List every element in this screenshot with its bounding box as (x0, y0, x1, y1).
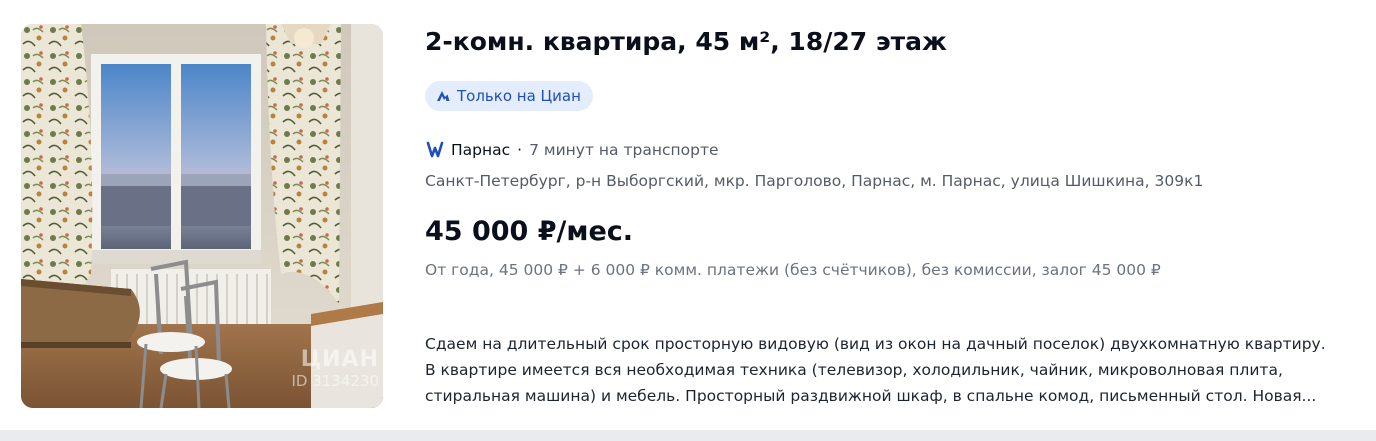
card-separator (0, 430, 1376, 441)
cian-logo-icon (437, 91, 450, 101)
photo-watermark: ЦИАН (300, 347, 379, 372)
description-line: стиральная машина) и мебель. Просторный … (425, 387, 1317, 405)
metro-separator: · (517, 141, 523, 159)
listing-card[interactable]: ЦИАН ID 3134230 2-комн. квартира, 45 м²,… (0, 0, 1376, 430)
listing-price: 45 000 ₽/мес. (425, 216, 634, 247)
only-on-cian-badge: Только на Циан (425, 81, 593, 111)
metro-info: Парнас · 7 минут на транспорте (425, 141, 719, 159)
listing-photo[interactable]: ЦИАН ID 3134230 (21, 24, 383, 408)
listing-title[interactable]: 2-комн. квартира, 45 м², 18/27 этаж (425, 27, 947, 56)
description-line: Сдаем на длительный срок просторную видо… (425, 335, 1326, 353)
metro-icon (426, 141, 444, 158)
metro-station[interactable]: Парнас (451, 141, 510, 159)
rental-terms: От года, 45 000 ₽ + 6 000 ₽ комм. платеж… (425, 261, 1161, 279)
metro-travel-time: 7 минут на транспорте (529, 141, 719, 159)
description-line: В квартире имеется вся необходимая техни… (425, 361, 1283, 379)
photo-id-watermark: ID 3134230 (291, 372, 379, 390)
listing-address[interactable]: Санкт-Петербург, р-н Выборгский, мкр. Па… (425, 172, 1203, 190)
badge-label: Только на Циан (457, 87, 581, 105)
listing-description[interactable]: Сдаем на длительный срок просторную видо… (425, 331, 1365, 409)
